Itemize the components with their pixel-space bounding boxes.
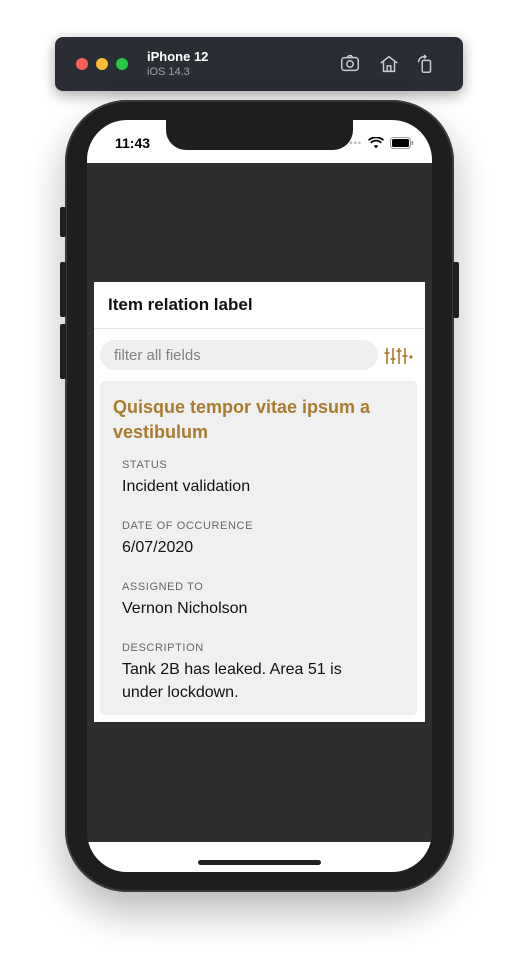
field-value: Incident validation — [122, 478, 251, 495]
filter-settings-icon[interactable] — [384, 345, 414, 367]
field-label: DATE OF OCCURENCE — [122, 520, 254, 532]
date-field: DATE OF OCCURENCE 6/07/2020 — [122, 520, 382, 559]
volume-up-button — [60, 262, 66, 317]
assigned-to-field: ASSIGNED TO Vernon Nicholson — [122, 581, 382, 620]
minimize-window-button[interactable] — [96, 58, 108, 70]
panel-title: Item relation label — [108, 295, 253, 314]
field-value: Tank 2B has leaked. Area 51 is under loc… — [122, 661, 342, 701]
status-field: STATUS Incident validation — [122, 459, 382, 498]
zoom-window-button[interactable] — [116, 58, 128, 70]
status-time: 11:43 — [115, 135, 151, 151]
power-button — [453, 262, 459, 318]
home-indicator[interactable] — [198, 860, 321, 865]
camera-notch — [166, 120, 353, 150]
item-relation-panel: Item relation label Quisque tempor vitae… — [94, 282, 425, 722]
item-detail-card[interactable]: Quisque tempor vitae ipsum a vestibulum … — [100, 381, 417, 715]
home-icon[interactable] — [377, 52, 401, 76]
field-label: DESCRIPTION — [122, 642, 204, 654]
volume-down-button — [60, 324, 66, 379]
field-value: 6/07/2020 — [122, 539, 194, 556]
device-name: iPhone 12 — [147, 49, 209, 64]
simulator-toolbar: iPhone 12 iOS 14.3 — [55, 37, 463, 91]
field-value: Vernon Nicholson — [122, 600, 248, 617]
battery-icon — [390, 137, 414, 149]
filter-input[interactable] — [100, 340, 378, 370]
mute-switch — [60, 207, 66, 237]
description-field: DESCRIPTION Tank 2B has leaked. Area 51 … — [122, 642, 382, 704]
screenshot-icon[interactable] — [338, 52, 362, 76]
os-version: iOS 14.3 — [147, 66, 190, 78]
item-title: Quisque tempor vitae ipsum a vestibulum — [113, 397, 371, 442]
close-window-button[interactable] — [76, 58, 88, 70]
rotate-icon[interactable] — [413, 52, 437, 76]
wifi-icon — [368, 137, 384, 149]
home-indicator-area — [87, 842, 432, 872]
filter-row — [100, 340, 420, 372]
field-label: STATUS — [122, 459, 168, 471]
field-label: ASSIGNED TO — [122, 581, 204, 593]
panel-header: Item relation label — [94, 282, 425, 329]
